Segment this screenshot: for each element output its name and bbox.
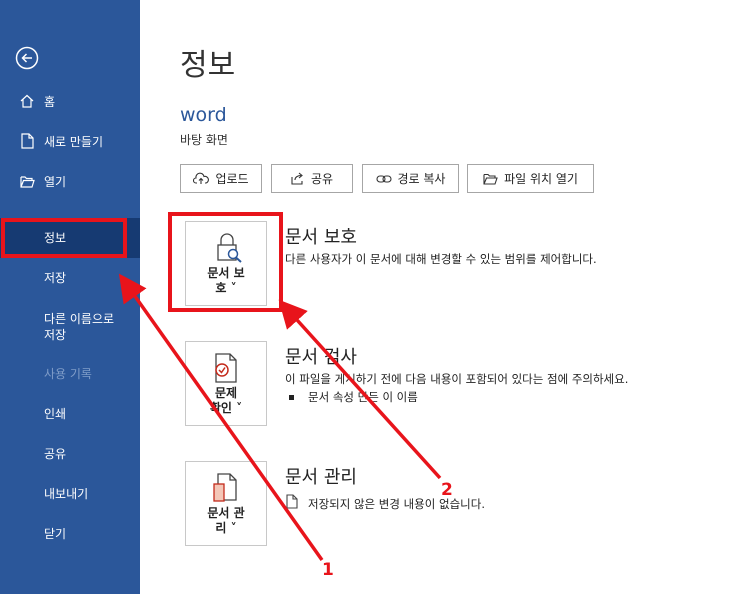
annotation-number-1: 1 (322, 560, 334, 580)
annotation-number-2: 2 (441, 480, 453, 500)
annotation-arrows (118, 273, 442, 562)
